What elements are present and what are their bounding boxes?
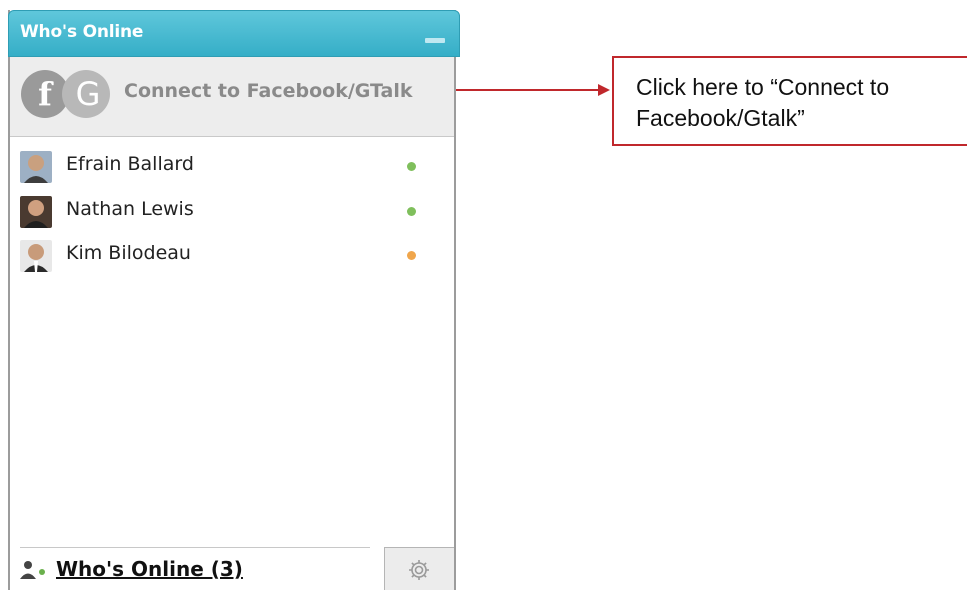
- widget-titlebar: Who's Online: [8, 10, 460, 57]
- user-online-icon: [20, 561, 45, 579]
- connect-label: Connect to Facebook/GTalk: [124, 80, 413, 102]
- status-dot-away: [407, 251, 416, 260]
- gear-icon: [409, 560, 429, 580]
- contact-name: Efrain Ballard: [66, 153, 194, 175]
- footer-divider: [20, 547, 370, 548]
- connect-facebook-gtalk-button[interactable]: f G Connect to Facebook/GTalk: [10, 57, 454, 137]
- status-dot-online: [407, 207, 416, 216]
- avatar: [20, 240, 52, 272]
- svg-text:G: G: [76, 75, 101, 113]
- callout-text: Click here to “Connect to Facebook/Gtalk…: [636, 74, 890, 131]
- settings-button[interactable]: [384, 547, 454, 590]
- contact-row[interactable]: Efrain Ballard: [10, 148, 454, 186]
- avatar: [20, 151, 52, 183]
- status-dot-online: [407, 162, 416, 171]
- contact-name: Kim Bilodeau: [66, 242, 191, 264]
- widget-title: Who's Online: [20, 22, 144, 42]
- avatar: [20, 196, 52, 228]
- contact-name: Nathan Lewis: [66, 198, 194, 220]
- minimize-button[interactable]: [425, 38, 445, 43]
- callout-box: Click here to “Connect to Facebook/Gtalk…: [612, 56, 967, 146]
- facebook-gtalk-logo-icon: f G: [21, 70, 110, 118]
- svg-text:f: f: [38, 75, 54, 113]
- contact-row[interactable]: Kim Bilodeau: [10, 237, 454, 275]
- whos-online-widget: Who's Online f G Connect to Facebook/GTa…: [8, 10, 460, 590]
- whos-online-link-text: Who's Online (3): [56, 557, 243, 581]
- contact-row[interactable]: Nathan Lewis: [10, 193, 454, 231]
